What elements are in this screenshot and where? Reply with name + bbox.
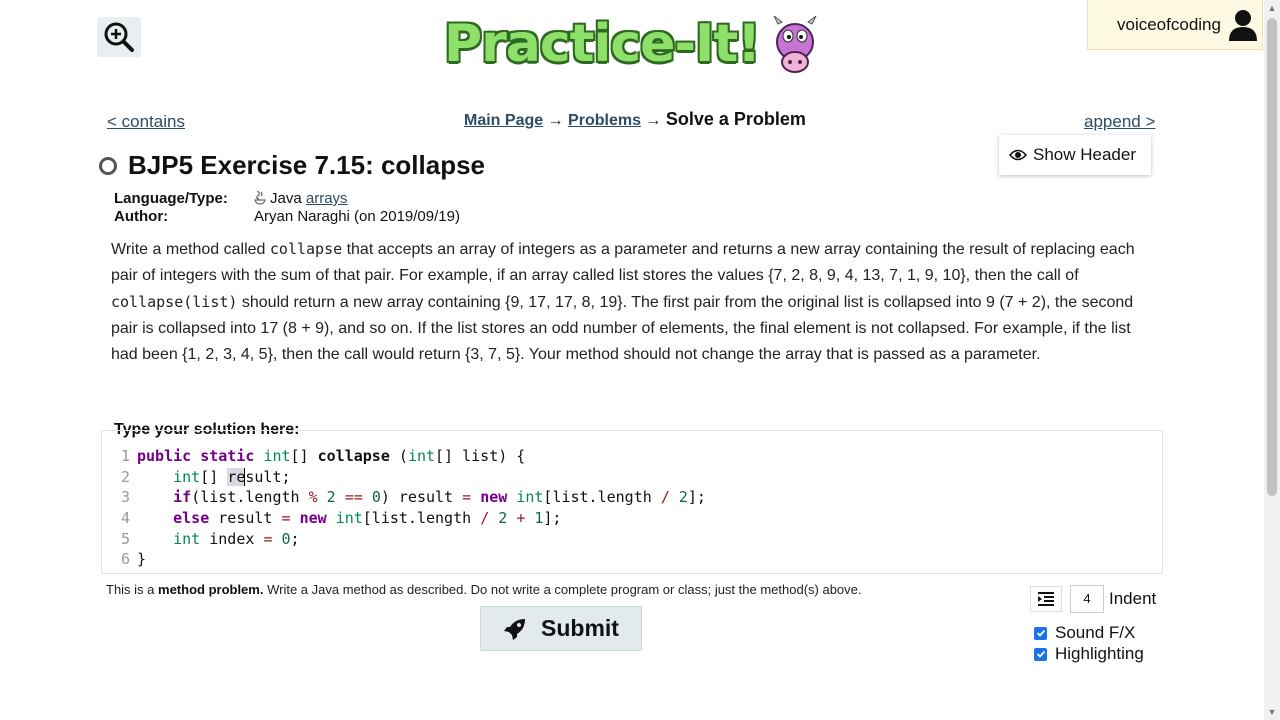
language-label: Language/Type: [114, 190, 228, 207]
eye-icon [1009, 149, 1027, 161]
code-line-2[interactable]: 2 int[] result; [102, 467, 706, 488]
check-icon [1036, 629, 1045, 637]
scroll-up-arrow[interactable]: ▲ [1264, 0, 1280, 16]
highlighting-label: Highlighting [1055, 644, 1144, 663]
zoom-in-icon [104, 22, 134, 52]
java-icon [254, 190, 266, 205]
logo-text: Practice-It! [444, 14, 761, 74]
show-header-label: Show Header [1033, 145, 1137, 164]
line-number: 6 [120, 550, 130, 569]
author-value: Aryan Naraghi (on 2019/09/19) [254, 208, 460, 225]
code-line-4[interactable]: 4 else result = new int[list.length / 2 … [102, 508, 706, 529]
line-number: 3 [120, 488, 130, 507]
zoom-button[interactable] [97, 17, 141, 57]
code-line-1[interactable]: 1 public static int[] collapse (int[] lis… [102, 446, 706, 467]
code-line-6[interactable]: 6} [102, 549, 706, 570]
sound-fx-checkbox[interactable] [1034, 626, 1047, 640]
highlighting-checkbox[interactable] [1034, 647, 1047, 661]
language-value: Java arrays [254, 190, 348, 208]
line-number: 4 [120, 509, 130, 528]
indent-label: Indent [1109, 589, 1157, 608]
sound-fx-option[interactable]: Sound F/X [1034, 623, 1135, 643]
sound-fx-label: Sound F/X [1055, 623, 1136, 642]
username: voiceofcoding [1117, 15, 1221, 34]
scroll-thumb[interactable] [1267, 18, 1277, 496]
show-header-button[interactable]: Show Header [999, 135, 1151, 175]
scroll-down-arrow[interactable]: ▼ [1264, 704, 1280, 720]
problem-description: Write a method called collapse that acce… [111, 236, 1141, 368]
language-name: Java [270, 190, 302, 207]
user-icon [1229, 10, 1257, 41]
breadcrumb-separator: → [645, 112, 662, 129]
page-scrollbar[interactable]: ▲ ▼ [1264, 0, 1280, 720]
practice-it-logo[interactable]: Practice-It! [444, 12, 824, 82]
indent-size-input[interactable]: 4 [1070, 585, 1104, 613]
method-problem-note: This is a method problem. Write a Java m… [106, 582, 862, 597]
line-number: 2 [120, 467, 130, 486]
problem-status-icon [99, 157, 117, 175]
user-menu[interactable]: voiceofcoding [1087, 0, 1263, 50]
problem-title: BJP5 Exercise 7.15: collapse [128, 150, 486, 180]
code-line-5[interactable]: 5 int index = 0; [102, 529, 706, 550]
breadcrumb-problems[interactable]: Problems [568, 112, 641, 129]
check-icon [1036, 650, 1045, 658]
line-number: 1 [120, 447, 130, 465]
author-label: Author: [114, 208, 169, 225]
highlighting-option[interactable]: Highlighting [1034, 644, 1144, 664]
description-text: should return a new array containing {9,… [111, 294, 1134, 363]
description-text: Write a method called [111, 241, 270, 258]
type-link-arrays[interactable]: arrays [306, 190, 348, 207]
line-number: 5 [120, 529, 130, 548]
submit-label: Submit [541, 615, 619, 641]
code-editor[interactable]: 1 public static int[] collapse (int[] lis… [101, 430, 1163, 574]
submit-button[interactable]: Submit [480, 606, 642, 651]
breadcrumb: Main Page → Problems → Solve a Problem [464, 109, 806, 130]
breadcrumb-current: Solve a Problem [665, 109, 806, 129]
code-collapse: collapse [269, 240, 343, 258]
code-collapse-call: collapse(list) [111, 293, 238, 311]
next-problem-link[interactable]: append > [1084, 112, 1155, 132]
breadcrumb-main-page[interactable]: Main Page [464, 112, 543, 129]
note-text: Write a Java method as described. Do not… [263, 582, 862, 597]
note-text: This is a [106, 582, 159, 597]
code-line-3[interactable]: 3 if(list.length % 2 == 0) result = new … [102, 487, 706, 508]
cow-mascot-icon [773, 16, 817, 73]
prev-problem-link[interactable]: < contains [107, 112, 185, 132]
indent-button[interactable] [1030, 586, 1062, 612]
note-bold: method problem. [158, 582, 264, 597]
rocket-icon [504, 618, 526, 640]
indent-icon [1038, 592, 1054, 606]
breadcrumb-separator: → [547, 112, 564, 129]
